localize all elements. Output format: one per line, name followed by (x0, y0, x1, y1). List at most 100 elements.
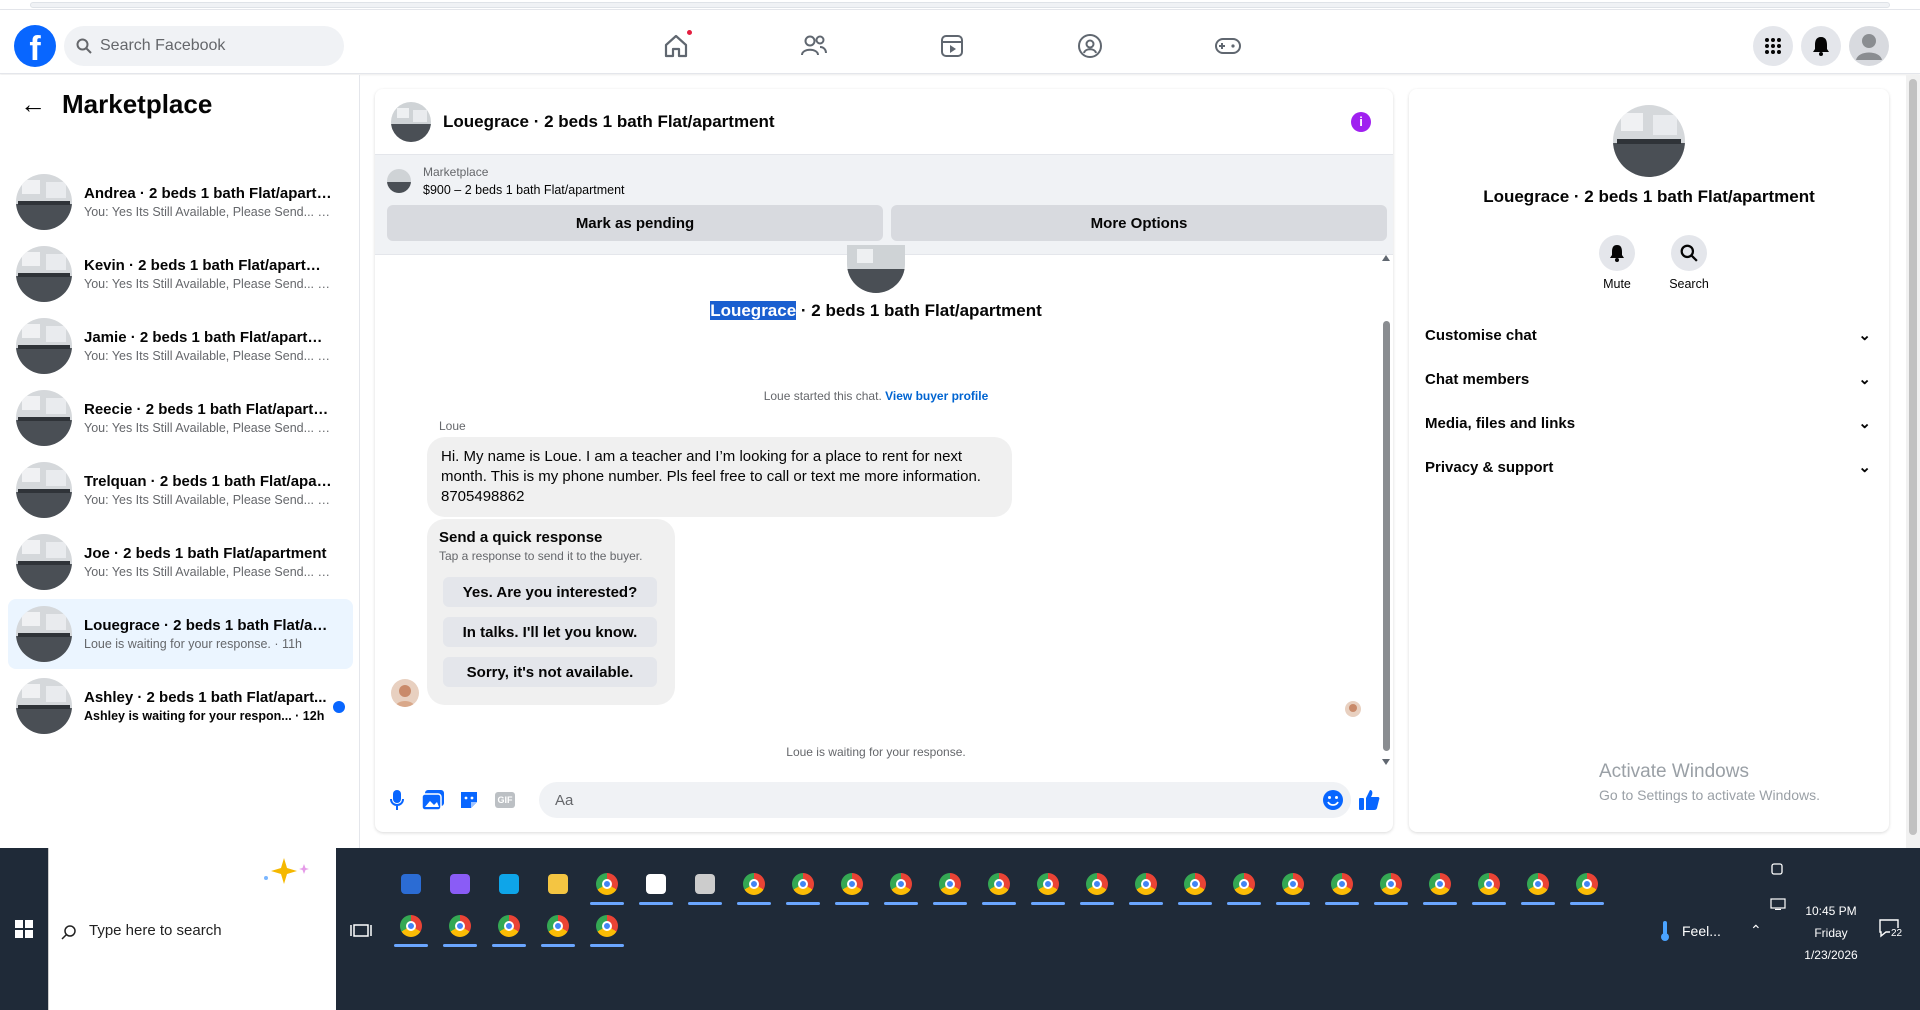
sticker-icon[interactable] (457, 788, 481, 812)
search-label: Search (1669, 277, 1709, 291)
menu-grid-icon[interactable] (1753, 26, 1793, 66)
chrome-icon[interactable] (1519, 869, 1557, 905)
chrome-icon[interactable] (588, 911, 626, 947)
quick-response-option[interactable]: In talks. I'll let you know. (443, 617, 657, 647)
photo-icon[interactable] (421, 788, 445, 812)
listing-thumbnail[interactable] (387, 169, 411, 193)
message-sender-name: Loue (439, 419, 466, 433)
message-input[interactable]: Aa (539, 782, 1351, 818)
taskbar-search-box[interactable]: Type here to search (48, 848, 336, 1010)
chat-members-section[interactable]: Chat members ⌄ (1425, 359, 1871, 399)
quick-response-option[interactable]: Yes. Are you interested? (443, 577, 657, 607)
conversation-thumbnail (16, 462, 72, 518)
notification-center-icon[interactable]: 22 (1878, 918, 1904, 941)
facebook-logo[interactable]: f (14, 25, 56, 68)
chrome-icon[interactable] (441, 911, 479, 947)
conversation-item[interactable]: Andrea · 2 beds 1 bath Flat/apartm... You… (8, 167, 353, 237)
chrome-icon[interactable] (588, 869, 626, 905)
gif-icon-label: GIF (495, 792, 515, 808)
chrome-icon[interactable] (1225, 869, 1263, 905)
friends-icon[interactable] (798, 30, 830, 62)
chrome-icon[interactable] (490, 911, 528, 947)
clock[interactable]: 10:45 PM Friday 1/23/2026 (1796, 900, 1866, 966)
chat-started-text: Loue started this chat. (763, 389, 882, 403)
copilot-icon[interactable] (441, 869, 479, 899)
customise-chat-section[interactable]: Customise chat ⌄ (1425, 315, 1871, 355)
mail-icon[interactable] (392, 869, 430, 899)
microphone-icon[interactable] (385, 788, 409, 812)
listing-summary[interactable]: $900 – 2 beds 1 bath Flat/apartment (423, 183, 625, 197)
gif-icon[interactable]: GIF (493, 788, 517, 812)
chat-details-panel: Louegrace · 2 beds 1 bath Flat/apartment… (1409, 89, 1889, 832)
back-arrow-icon[interactable]: ← (20, 89, 46, 120)
account-avatar[interactable] (1849, 26, 1889, 66)
chrome-icon[interactable] (1274, 869, 1312, 905)
app-icon[interactable] (686, 869, 724, 905)
chrome-icon[interactable] (735, 869, 773, 905)
message-bubble[interactable]: Hi. My name is Loue. I am a teacher and … (427, 437, 1012, 517)
chrome-icon[interactable] (392, 911, 430, 947)
chrome-icon[interactable] (931, 869, 969, 905)
video-icon[interactable] (936, 30, 968, 62)
more-options-button[interactable]: More Options (891, 205, 1387, 241)
chrome-icon[interactable] (1470, 869, 1508, 905)
info-icon[interactable]: i (1351, 112, 1371, 132)
gaming-icon[interactable] (1212, 30, 1244, 62)
conversation-scrollbar-thumb[interactable] (1383, 321, 1390, 751)
conversation-item[interactable]: Reecie · 2 beds 1 bath Flat/apartm... You… (8, 383, 353, 453)
details-avatar[interactable] (1613, 105, 1685, 177)
quick-response-option[interactable]: Sorry, it's not available. (443, 657, 657, 687)
view-buyer-profile-link[interactable]: View buyer profile (885, 389, 988, 403)
page-scrollbar[interactable] (1906, 75, 1920, 848)
network-icon[interactable] (1770, 898, 1786, 913)
search-facebook-input[interactable]: Search Facebook (64, 26, 344, 66)
page-scrollbar-thumb[interactable] (1909, 79, 1917, 835)
conversation-scrollbar[interactable] (1379, 255, 1393, 765)
emoji-icon[interactable] (1321, 788, 1345, 812)
media-files-links-section[interactable]: Media, files and links ⌄ (1425, 403, 1871, 443)
chrome-icon[interactable] (1029, 869, 1067, 905)
chrome-icon[interactable] (1421, 869, 1459, 905)
chrome-icon[interactable] (1176, 869, 1214, 905)
store-icon[interactable] (637, 869, 675, 905)
file-explorer-icon[interactable] (539, 869, 577, 899)
notifications-bell-icon[interactable] (1801, 26, 1841, 66)
chrome-icon[interactable] (1127, 869, 1165, 905)
chrome-icon[interactable] (980, 869, 1018, 905)
chrome-icon[interactable] (1078, 869, 1116, 905)
windows-start-icon[interactable] (0, 848, 48, 1010)
chrome-icon[interactable] (1568, 869, 1606, 905)
chrome-icon[interactable] (1372, 869, 1410, 905)
chrome-icon[interactable] (784, 869, 822, 905)
meet-now-icon[interactable] (1770, 862, 1784, 879)
conversation-item[interactable]: Joe · 2 beds 1 bath Flat/apartment You: Y… (8, 527, 353, 597)
mark-as-pending-button[interactable]: Mark as pending (387, 205, 883, 241)
chrome-icon[interactable] (882, 869, 920, 905)
conversation-item[interactable]: Kevin · 2 beds 1 bath Flat/apartment You:… (8, 239, 353, 309)
buyer-avatar[interactable] (391, 679, 419, 707)
chat-title[interactable]: Louegrace · 2 beds 1 bath Flat/apartment (443, 112, 775, 132)
thumbs-up-icon[interactable] (1357, 788, 1381, 812)
chrome-icon[interactable] (1323, 869, 1361, 905)
task-view-icon[interactable] (350, 920, 372, 942)
weather-widget[interactable]: Feel... (1656, 920, 1721, 942)
privacy-support-section[interactable]: Privacy & support ⌄ (1425, 447, 1871, 487)
section-label: Media, files and links (1425, 414, 1576, 432)
conversation-name-highlighted: Louegrace (710, 301, 797, 320)
search-in-chat-button[interactable]: Search (1659, 235, 1719, 291)
chevron-up-icon[interactable]: ⌃ (1750, 922, 1762, 939)
conversation-preview: You: Yes Its Still Available, Please Sen… (84, 205, 334, 219)
conversation-item[interactable]: Ashley · 2 beds 1 bath Flat/apart... Ashl… (8, 671, 353, 741)
conversation-item[interactable]: Trelquan · 2 beds 1 bath Flat/apart... Yo… (8, 455, 353, 525)
mute-button[interactable]: Mute (1587, 235, 1647, 291)
search-icon (76, 38, 92, 54)
edge-icon[interactable] (490, 869, 528, 899)
chat-listing-avatar[interactable] (391, 101, 431, 142)
chrome-icon[interactable] (539, 911, 577, 947)
conversation-name: Kevin · 2 beds 1 bath Flat/apartment (84, 257, 334, 274)
chrome-icon[interactable] (833, 869, 871, 905)
conversation-item[interactable]: Jamie · 2 beds 1 bath Flat/apartment You:… (8, 311, 353, 381)
home-icon[interactable] (660, 28, 694, 62)
conversation-item[interactable]: Louegrace · 2 beds 1 bath Flat/apa... Lou… (8, 599, 353, 669)
groups-icon[interactable] (1074, 30, 1106, 62)
